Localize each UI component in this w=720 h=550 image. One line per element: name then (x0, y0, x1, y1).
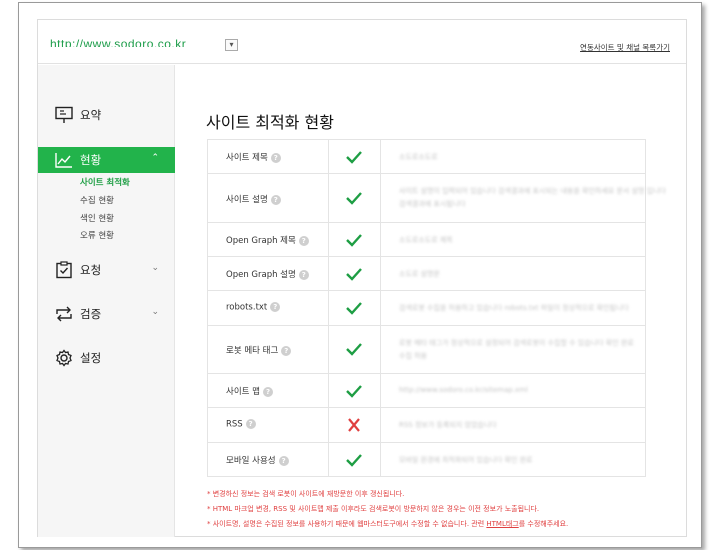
row-label: 사이트 설명? (226, 193, 281, 205)
sidebar: 요약 현황 ⌃ 사이트 최적화 수집 현황 색인 현황 오류 현황 요청 ⌄ 검… (38, 65, 175, 537)
check-icon (346, 151, 362, 164)
sidebar-item-summary[interactable]: 요약 (38, 102, 175, 128)
check-icon (346, 343, 362, 356)
sidebar-subitem-index-status[interactable]: 색인 현황 (80, 212, 114, 224)
row-value: 소도로소도로 (399, 153, 438, 161)
chevron-up-icon: ⌃ (151, 153, 159, 163)
table-row: 사이트 맵? http://www.sodoro.co.kr/sitemap.x… (208, 374, 645, 408)
row-label: Open Graph 제목? (226, 234, 309, 246)
clipboard-check-icon (56, 261, 72, 279)
row-label: 사이트 맵? (226, 385, 273, 397)
app-window: http://www.sodoro.co.kr ▾ 연동사이트 및 채널 목록가… (37, 19, 687, 537)
check-icon (346, 385, 362, 398)
help-icon[interactable]: ? (281, 345, 292, 356)
row-value: RSS 정보가 등록되지 않았습니다 (399, 421, 497, 429)
trend-chart-icon (55, 153, 72, 168)
page-title: 사이트 최적화 현황 (206, 113, 334, 132)
top-bar: http://www.sodoro.co.kr ▾ 연동사이트 및 채널 목록가… (38, 20, 686, 64)
check-icon (346, 192, 362, 205)
check-icon (346, 454, 362, 467)
table-row: 사이트 설명? 사이트 설명이 입력되어 있습니다 검색결과에 표시되는 내용을… (208, 174, 666, 223)
note-line: * HTML 마크업 변경, RSS 및 사이트맵 제출 이후라도 검색로봇이 … (207, 505, 540, 513)
row-value: http://www.sodoro.co.kr/sitemap.xml (399, 386, 528, 394)
sidebar-item-status[interactable]: 현황 ⌃ (38, 147, 175, 173)
help-icon[interactable]: ? (270, 302, 281, 312)
table-row: 사이트 제목? 소도로소도로 (208, 140, 645, 174)
cross-icon (348, 418, 360, 432)
chevron-down-icon: ⌄ (151, 263, 159, 273)
row-value: 로봇 메타 태그가 정상적으로 설정되어 검색로봇이 수집할 수 있습니다 확인… (399, 339, 634, 347)
sidebar-subitem-crawl-status[interactable]: 수집 현황 (80, 194, 114, 206)
sidebar-item-verify[interactable]: 검증 ⌄ (38, 301, 175, 327)
help-icon[interactable]: ? (270, 152, 281, 163)
help-icon[interactable]: ? (270, 194, 281, 205)
help-icon[interactable]: ? (245, 419, 256, 429)
table-row: RSS? RSS 정보가 등록되지 않았습니다 (208, 408, 645, 443)
chevron-down-icon[interactable]: ▾ (225, 39, 238, 51)
sidebar-item-label: 설정 (80, 351, 102, 365)
screenshot-frame: http://www.sodoro.co.kr ▾ 연동사이트 및 채널 목록가… (18, 2, 702, 548)
sidebar-subitem-error-status[interactable]: 오류 현황 (80, 229, 114, 241)
table-row: 로봇 메타 태그? 로봇 메타 태그가 정상적으로 설정되어 검색로봇이 수집할… (208, 326, 645, 374)
row-label: robots.txt? (226, 302, 281, 313)
row-value-line2: 수집 허용 (399, 352, 427, 360)
check-icon (346, 268, 362, 281)
html-tag-link[interactable]: HTML태그 (486, 520, 518, 528)
sidebar-item-settings[interactable]: 설정 (38, 345, 175, 371)
help-icon[interactable]: ? (298, 269, 309, 280)
row-value: 소도로 설명문 (399, 270, 440, 278)
site-list-link[interactable]: 연동사이트 및 채널 목록가기 (580, 42, 670, 53)
gear-icon (56, 349, 72, 367)
table-row: 모바일 사용성? 모바일 환경에 최적화되어 있습니다 확인 완료 (208, 443, 645, 477)
table-row: robots.txt? 검색로봇 수집을 허용하고 있습니다 robots.tx… (208, 291, 645, 326)
note-line: * 사이트명, 설명은 수집된 정보를 사용하기 때문에 웹마스터도구에서 수정… (207, 520, 569, 528)
row-value: 모바일 환경에 최적화되어 있습니다 확인 완료 (399, 456, 533, 464)
row-value-line2: 검색결과에 표시됩니다 (399, 200, 466, 208)
table-row: Open Graph 제목? 소도로소도로 제목 (208, 223, 645, 257)
sidebar-item-label: 현황 (80, 153, 102, 167)
refresh-arrows-icon (56, 306, 72, 322)
row-label: 로봇 메타 태그? (226, 344, 292, 356)
sidebar-item-label: 요약 (80, 108, 102, 122)
check-icon (346, 302, 362, 315)
main-content: 사이트 최적화 현황 사이트 제목? 소도로소도로 사이트 설명? 사이트 설명… (176, 65, 686, 536)
row-label: Open Graph 설명? (226, 268, 309, 280)
help-icon[interactable]: ? (298, 235, 309, 246)
chevron-down-icon: ⌄ (151, 307, 159, 317)
sidebar-subitem-site-optimization[interactable]: 사이트 최적화 (80, 176, 130, 188)
optimization-table: 사이트 제목? 소도로소도로 사이트 설명? 사이트 설명이 입력되어 있습니다… (207, 139, 666, 477)
row-value: 사이트 설명이 입력되어 있습니다 검색결과에 표시되는 내용을 확인하세요 문… (399, 187, 666, 195)
row-value: 소도로소도로 제목 (399, 236, 453, 244)
row-value: 검색로봇 수집을 허용하고 있습니다 robots.txt 파일이 정상적으로 … (399, 304, 629, 312)
row-label: RSS? (226, 419, 256, 430)
help-icon[interactable]: ? (278, 455, 289, 466)
row-label: 모바일 사용성? (226, 454, 289, 466)
site-url-selector[interactable]: http://www.sodoro.co.kr (50, 37, 186, 47)
table-row: Open Graph 설명? 소도로 설명문 (208, 257, 645, 291)
sidebar-item-request[interactable]: 요청 ⌄ (38, 257, 175, 283)
sidebar-item-label: 검증 (80, 307, 102, 321)
row-label: 사이트 제목? (226, 151, 281, 163)
help-icon[interactable]: ? (262, 386, 273, 397)
presentation-icon (55, 106, 73, 123)
notes: * 변경하신 정보는 검색 로봇이 사이트에 재방문한 이후 갱신됩니다. * … (207, 487, 568, 532)
check-icon (346, 234, 362, 247)
sidebar-item-label: 요청 (80, 263, 102, 277)
note-line: * 변경하신 정보는 검색 로봇이 사이트에 재방문한 이후 갱신됩니다. (207, 490, 405, 498)
